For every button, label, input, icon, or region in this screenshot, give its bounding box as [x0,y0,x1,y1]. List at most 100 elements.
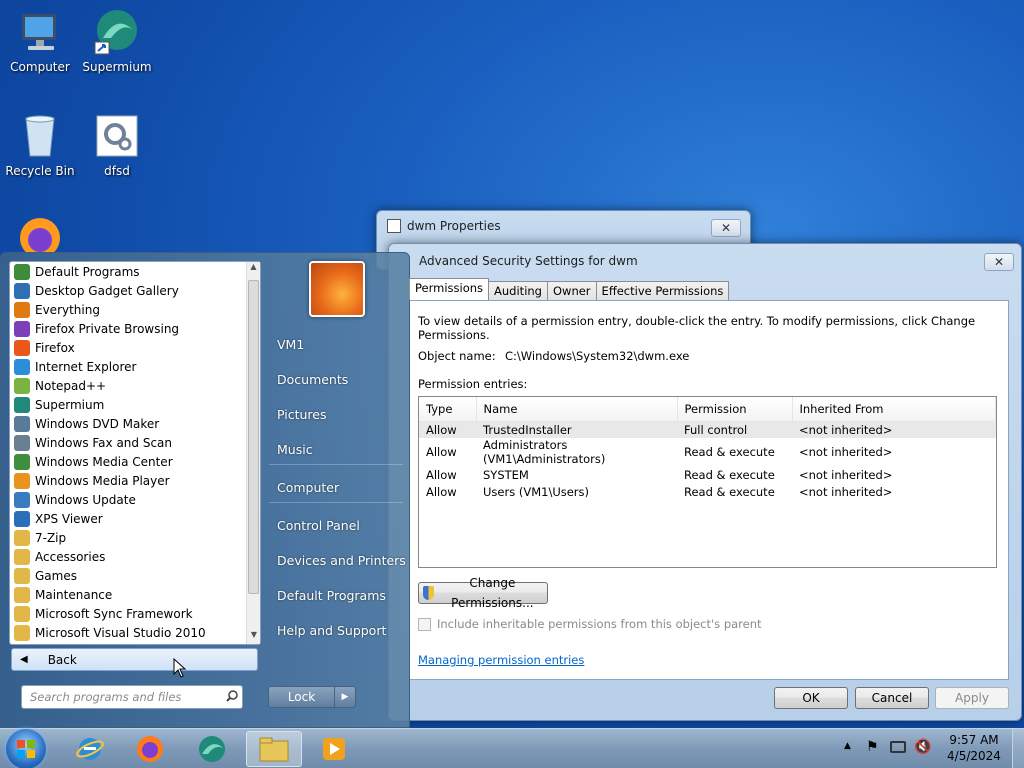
program-item[interactable]: Windows DVD Maker [10,414,260,433]
program-item[interactable]: Microsoft Sync Framework [10,604,260,623]
program-icon [14,434,30,451]
tab-strip: Permissions Auditing Owner Effective Per… [409,278,730,300]
program-item[interactable]: Windows Fax and Scan [10,433,260,452]
managing-permissions-link[interactable]: Managing permission entries [418,653,584,667]
scrollbar[interactable]: ▲ ▼ [246,262,260,644]
scrollbar-thumb[interactable] [248,280,259,594]
start-right-item[interactable]: Help and Support [277,623,386,638]
windows-logo-icon [17,740,35,758]
advanced-security-window[interactable]: Advanced Security Settings for dwm ✕ Per… [388,243,1022,721]
program-item[interactable]: Windows Media Center [10,452,260,471]
column-header-inherited-from[interactable]: Inherited From [792,397,996,422]
table-row[interactable]: Allow Users (VM1\Users) Read & execute <… [419,483,996,500]
permission-table: Type Name Permission Inherited From Allo… [419,397,996,500]
program-item[interactable]: Windows Media Player [10,471,260,490]
search-box[interactable]: Search programs and files [21,685,243,709]
desktop-icon-dfsd[interactable]: dfsd [77,112,157,178]
start-right-item[interactable]: Devices and Printers [277,553,406,568]
scrollbar-down-arrow[interactable]: ▼ [247,630,261,644]
program-item[interactable]: Supermium [10,395,260,414]
taskbar-internet-explorer[interactable] [62,731,118,767]
network-icon[interactable] [890,741,906,753]
cancel-button[interactable]: Cancel [855,687,929,709]
desktop-icon-supermium[interactable]: Supermium [77,8,157,74]
apply-button[interactable]: Apply [935,687,1009,709]
taskbar-media-player[interactable] [306,731,362,767]
column-header-type[interactable]: Type [419,397,477,422]
taskbar-supermium[interactable] [184,731,240,767]
scrollbar-up-arrow[interactable]: ▲ [247,262,260,276]
volume-muted-icon[interactable]: 🔇 [914,739,931,755]
start-right-item[interactable]: Music [277,442,313,457]
program-label: Firefox [35,340,75,355]
power-options-arrow[interactable]: ▶ [334,686,356,708]
start-right-item[interactable]: Documents [277,372,348,387]
program-icon [14,491,30,508]
program-icon [14,567,30,584]
taskbar-firefox[interactable] [122,731,178,767]
start-button[interactable] [6,729,46,768]
program-item[interactable]: 7-Zip [10,528,260,547]
program-item[interactable]: Windows Update [10,490,260,509]
permission-entries-list[interactable]: Type Name Permission Inherited From Allo… [418,396,997,568]
column-header-name[interactable]: Name [476,397,678,422]
tab-effective-permissions[interactable]: Effective Permissions [595,281,730,300]
program-item[interactable]: Everything [10,300,260,319]
cell-type: Allow [419,421,476,438]
inherit-checkbox-row[interactable]: Include inheritable permissions from thi… [418,617,762,631]
desktop-icon-computer[interactable]: Computer [0,8,80,74]
program-item[interactable]: Microsoft Visual Studio 2010 [10,623,260,642]
program-label: Supermium [35,397,105,412]
program-item[interactable]: Maintenance [10,585,260,604]
tab-auditing[interactable]: Auditing [488,281,548,300]
instructions-text: To view details of a permission entry, d… [418,314,976,342]
column-header-permission[interactable]: Permission [677,397,793,422]
lock-button[interactable]: Lock [268,686,335,708]
program-item[interactable]: Games [10,566,260,585]
table-row[interactable]: Allow TrustedInstaller Full control <not… [419,421,996,438]
cell-type: Allow [426,484,457,499]
taskbar-explorer[interactable] [246,731,302,767]
program-item[interactable]: Default Programs [10,262,260,281]
close-button[interactable]: ✕ [711,219,741,237]
program-item[interactable]: Accessories [10,547,260,566]
cell-name: Administrators (VM1\Administrators) [483,438,606,466]
start-right-item[interactable]: Control Panel [277,518,360,533]
table-row[interactable]: Allow SYSTEM Read & execute <not inherit… [419,466,996,483]
program-item[interactable]: Desktop Gadget Gallery [10,281,260,300]
program-list[interactable]: Default Programs Desktop Gadget Gallery Ev… [9,261,261,645]
change-permissions-button[interactable]: Change Permissions... [418,576,548,610]
close-button[interactable]: ✕ [984,253,1014,271]
file-icon [387,219,401,233]
program-item[interactable]: Firefox Private Browsing [10,319,260,338]
ok-button[interactable]: OK [774,687,848,709]
show-hidden-icons[interactable]: ▲ [844,741,851,751]
program-item[interactable]: Firefox [10,338,260,357]
user-picture[interactable] [309,261,365,317]
start-right-item[interactable]: Computer [277,480,339,495]
cell-permission: Read & execute [684,445,775,459]
lock-label: Lock [287,690,316,704]
back-button[interactable]: ◀ Back [11,648,258,671]
tab-owner[interactable]: Owner [546,281,597,300]
action-center-flag-icon[interactable]: ⚑ [866,739,879,755]
tab-permissions[interactable]: Permissions [409,278,490,300]
show-desktop-button[interactable] [1012,729,1024,768]
object-name-label: Object name: [418,349,496,363]
program-item[interactable]: Notepad++ [10,376,260,395]
table-row[interactable]: Allow Administrators (VM1\Administrators… [419,438,996,466]
back-arrow-icon: ◀ [20,654,28,665]
start-right-item[interactable]: Pictures [277,407,327,422]
start-right-item[interactable]: Default Programs [277,588,386,603]
program-icon [14,320,30,337]
program-icon [14,301,30,318]
program-label: Notepad++ [35,378,107,393]
start-right-item[interactable]: VM1 [277,337,304,352]
program-item[interactable]: Internet Explorer [10,357,260,376]
program-item[interactable]: XPS Viewer [10,509,260,528]
desktop-icon-recycle-bin[interactable]: Recycle Bin [0,112,80,178]
tray-clock[interactable]: 9:57 AM 4/5/2024 [944,733,1004,763]
desktop-icon-firefox[interactable] [0,212,80,252]
inherit-checkbox[interactable] [418,617,431,631]
program-icon [14,415,30,432]
